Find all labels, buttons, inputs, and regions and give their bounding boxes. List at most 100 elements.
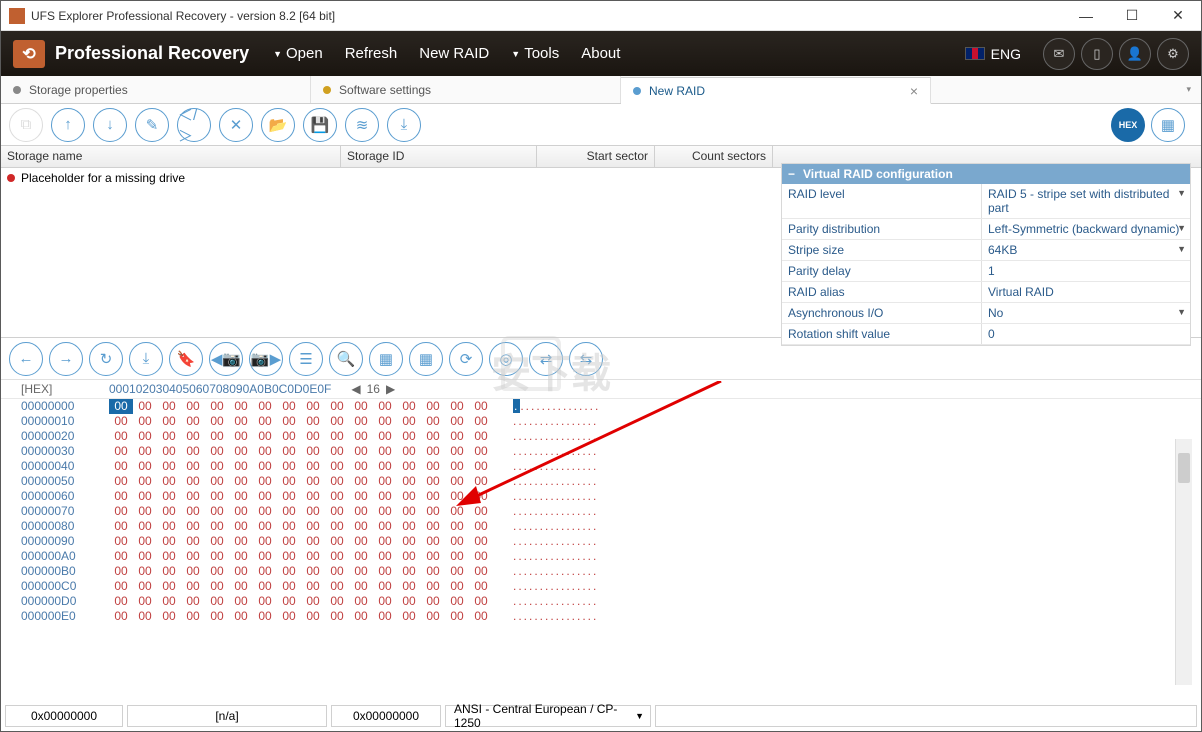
hex-row[interactable]: 0000004000000000000000000000000000000000… (1, 459, 1201, 474)
logo-icon: ⟲ (13, 40, 45, 68)
hex-address: 00000030 (21, 444, 109, 459)
hex-search-button[interactable]: 🔍 (329, 342, 363, 376)
tool-grid-button[interactable]: ▦ (1151, 108, 1185, 142)
col-storage-name[interactable]: Storage name (1, 146, 341, 167)
col-storage-id[interactable]: Storage ID (341, 146, 537, 167)
hex-scrollbar[interactable] (1175, 439, 1192, 685)
hex-row[interactable]: 000000A000000000000000000000000000000000… (1, 549, 1201, 564)
hex-width-control[interactable]: ◀ 16 ▶ (351, 382, 395, 396)
menu-about[interactable]: About (581, 45, 620, 62)
tool-copy-button[interactable]: ⧉ (9, 108, 43, 142)
tool-up-button[interactable]: ↑ (51, 108, 85, 142)
tab-bar: Storage properties Software settings New… (1, 76, 1201, 104)
status-na: [n/a] (127, 705, 327, 727)
hex-row[interactable]: 000000B000000000000000000000000000000000… (1, 564, 1201, 579)
dropdown-icon[interactable]: ▼ (1177, 307, 1186, 317)
hex-row[interactable]: 0000005000000000000000000000000000000000… (1, 474, 1201, 489)
config-label: Parity delay (782, 261, 982, 281)
notify-button[interactable]: ✉ (1043, 38, 1075, 70)
menu-tools[interactable]: ▼Tools (511, 45, 559, 62)
hex-row[interactable]: 0000007000000000000000000000000000000000… (1, 504, 1201, 519)
col-start-sector[interactable]: Start sector (537, 146, 655, 167)
config-row[interactable]: Asynchronous I/ONo▼ (782, 303, 1190, 324)
app-icon (9, 8, 25, 24)
tool-code-button[interactable]: ＜/＞ (177, 108, 211, 142)
hex-grid-button[interactable]: ▦ (369, 342, 403, 376)
hex-row[interactable]: 0000002000000000000000000000000000000000… (1, 429, 1201, 444)
flag-icon (965, 47, 985, 60)
menu-new-raid[interactable]: New RAID (419, 45, 489, 62)
hex-row[interactable]: 000000D000000000000000000000000000000000… (1, 594, 1201, 609)
settings-button[interactable]: ⚙ (1157, 38, 1189, 70)
user-button[interactable]: 👤 (1119, 38, 1151, 70)
tool-open-button[interactable]: 📂 (261, 108, 295, 142)
hex-row[interactable]: 000000C000000000000000000000000000000000… (1, 579, 1201, 594)
config-value[interactable]: 1 (982, 261, 1190, 281)
tool-layers-button[interactable]: ≋ (345, 108, 379, 142)
hex-camera-prev-button[interactable]: ◀📷 (209, 342, 243, 376)
width-left-icon[interactable]: ◀ (351, 382, 360, 396)
config-row[interactable]: RAID aliasVirtual RAID (782, 282, 1190, 303)
tab-storage-properties[interactable]: Storage properties (1, 76, 311, 103)
hex-row[interactable]: 0000003000000000000000000000000000000000… (1, 444, 1201, 459)
hex-redo-button[interactable]: ↻ (89, 342, 123, 376)
tool-down-button[interactable]: ↓ (93, 108, 127, 142)
dropdown-icon[interactable]: ▼ (1177, 244, 1186, 254)
hex-row[interactable]: 0000008000000000000000000000000000000000… (1, 519, 1201, 534)
tool-save-button[interactable]: 💾 (303, 108, 337, 142)
menu-refresh[interactable]: Refresh (345, 45, 398, 62)
minimize-button[interactable]: — (1063, 1, 1109, 31)
hex-bookmark-button[interactable]: 🔖 (169, 342, 203, 376)
hex-download-button[interactable]: ⤓ (129, 342, 163, 376)
menu-open[interactable]: ▼Open (273, 45, 323, 62)
hex-struct-button[interactable]: ▦ (409, 342, 443, 376)
hex-fwd-button[interactable]: → (49, 342, 83, 376)
config-row[interactable]: Stripe size64KB▼ (782, 240, 1190, 261)
config-row[interactable]: Rotation shift value0 (782, 324, 1190, 345)
hex-row[interactable]: 0000001000000000000000000000000000000000… (1, 414, 1201, 429)
hex-row[interactable]: 000000E000000000000000000000000000000000… (1, 609, 1201, 624)
tool-remove-button[interactable]: ✕ (219, 108, 253, 142)
width-right-icon[interactable]: ▶ (386, 382, 395, 396)
hex-row[interactable]: 0000009000000000000000000000000000000000… (1, 534, 1201, 549)
hex-mode-button[interactable]: HEX (1111, 108, 1145, 142)
hex-target-button[interactable]: ◎ (489, 342, 523, 376)
config-value[interactable]: Virtual RAID (982, 282, 1190, 302)
hex-refresh-button[interactable]: ⟳ (449, 342, 483, 376)
maximize-button[interactable]: ☐ (1109, 1, 1155, 31)
config-value[interactable]: 64KB▼ (982, 240, 1190, 260)
language-label[interactable]: ENG (991, 46, 1021, 62)
hex-camera-next-button[interactable]: 📷▶ (249, 342, 283, 376)
config-value[interactable]: 0 (982, 324, 1190, 344)
scrollbar-thumb[interactable] (1178, 453, 1190, 483)
hex-back-button[interactable]: ← (9, 342, 43, 376)
tab-close-icon[interactable]: × (910, 83, 918, 99)
config-value[interactable]: No▼ (982, 303, 1190, 323)
hex-row[interactable]: 0000006000000000000000000000000000000000… (1, 489, 1201, 504)
hex-compare-button[interactable]: ⇄ (529, 342, 563, 376)
config-row[interactable]: Parity delay1 (782, 261, 1190, 282)
col-count-sectors[interactable]: Count sectors (655, 146, 773, 167)
hex-list-button[interactable]: ☰ (289, 342, 323, 376)
config-value[interactable]: Left-Symmetric (backward dynamic)▼ (982, 219, 1190, 239)
collapse-icon[interactable]: − (788, 167, 795, 181)
dropdown-icon[interactable]: ▼ (1177, 188, 1186, 198)
tab-new-raid[interactable]: New RAID× (621, 77, 931, 104)
panel-header[interactable]: −Virtual RAID configuration (782, 164, 1190, 184)
tool-edit-button[interactable]: ✎ (135, 108, 169, 142)
config-label: Parity distribution (782, 219, 982, 239)
tool-export-button[interactable]: ⤓ (387, 108, 421, 142)
config-value[interactable]: RAID 5 - stripe set with distributed par… (982, 184, 1190, 218)
hex-compare2-button[interactable]: ⇆ (569, 342, 603, 376)
status-encoding[interactable]: ANSI - Central European / CP-1250▼ (445, 705, 651, 727)
hex-row[interactable]: 0000000000000000000000000000000000000000… (1, 399, 1201, 414)
tabs-menu-icon[interactable]: ▾ (1176, 84, 1201, 95)
tab-software-settings[interactable]: Software settings (311, 76, 621, 103)
dropdown-icon[interactable]: ▼ (1177, 223, 1186, 233)
panel-button[interactable]: ▯ (1081, 38, 1113, 70)
config-row[interactable]: RAID levelRAID 5 - stripe set with distr… (782, 184, 1190, 219)
hex-body[interactable]: 0000000000000000000000000000000000000000… (1, 399, 1201, 634)
config-row[interactable]: Parity distributionLeft-Symmetric (backw… (782, 219, 1190, 240)
hex-address: 000000C0 (21, 579, 109, 594)
close-button[interactable]: ✕ (1155, 1, 1201, 31)
